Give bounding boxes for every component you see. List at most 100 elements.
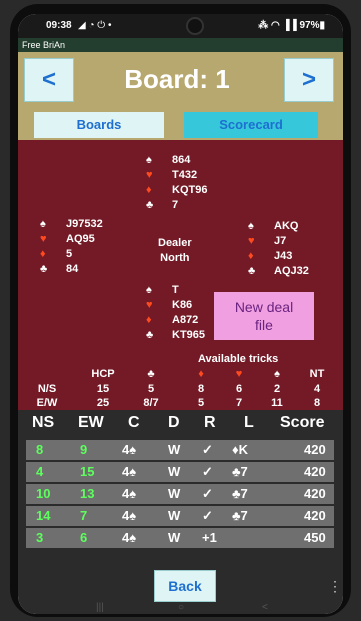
dealer-value: North <box>160 252 190 264</box>
south-hand: ♠ T ♥ K86 ♦ A872 ♣ KT965 <box>146 284 205 344</box>
table-row[interactable]: 4 15 4♠ W ✓ ♣7 420 <box>26 462 334 482</box>
ew-clubs: 8/7 <box>143 397 159 409</box>
col-header-result: R <box>204 414 216 431</box>
table-row[interactable]: 3 6 4♠ W +1 450 <box>26 528 334 548</box>
nt-header: NT <box>309 368 325 380</box>
camera-cutout <box>186 17 204 35</box>
spade-icon: ♠ <box>248 220 254 232</box>
screen: 09:38 ◢ ◔ ⏻ • ⁂ ◠ ▐▐ 97%▮ Free BriAn < B… <box>18 14 343 614</box>
board-header: < Board: 1 > <box>18 52 343 110</box>
west-clubs: 84 <box>66 263 79 275</box>
available-tricks-title: Available tricks <box>198 353 279 365</box>
west-diamonds: 5 <box>66 248 73 260</box>
board-title: Board: 1 <box>124 64 230 94</box>
east-spades: AKQ <box>274 220 299 232</box>
spade-icon: ♠ <box>40 218 46 230</box>
east-hand: ♠ AKQ ♥ J7 ♦ J43 ♣ AQJ32 <box>248 220 309 280</box>
diamond-icon: ♦ <box>248 250 254 262</box>
club-icon: ♣ <box>40 263 48 275</box>
next-board-button[interactable]: > <box>284 58 334 102</box>
row-contract: 4♠ <box>122 464 137 479</box>
ew-hcp: 25 <box>96 397 110 409</box>
south-diamonds: A872 <box>172 314 199 326</box>
ns-hcp: 15 <box>96 383 110 395</box>
spade-icon: ♠ <box>146 154 152 166</box>
home-icon[interactable]: ○ <box>178 602 184 613</box>
hcp-header: HCP <box>91 368 115 380</box>
south-clubs: KT965 <box>172 329 206 341</box>
more-options-icon[interactable]: ⋮ <box>328 578 342 595</box>
row-score: 450 <box>304 530 326 545</box>
recent-apps-icon[interactable]: ||| <box>96 602 104 613</box>
app-title: Free BriAn <box>18 38 343 52</box>
new-deal-file-button[interactable]: New deal file <box>214 292 314 340</box>
ew-hearts: 7 <box>235 397 243 409</box>
col-header-declarer: D <box>168 414 180 431</box>
ew-nt: 8 <box>313 397 321 409</box>
row-ns: 3 <box>36 530 44 545</box>
row-contract: 4♠ <box>122 442 137 457</box>
status-bar: 09:38 ◢ ◔ ⏻ • ⁂ ◠ ▐▐ 97%▮ <box>18 14 343 38</box>
row-ns: 10 <box>36 486 51 501</box>
ns-hearts: 6 <box>235 383 243 395</box>
row-ew: 9 <box>80 442 88 457</box>
diamond-icon: ♦ <box>40 248 46 260</box>
north-clubs: 7 <box>172 199 179 211</box>
tab-boards[interactable]: Boards <box>34 112 164 138</box>
ns-spades: 2 <box>273 383 281 395</box>
row-ew: 15 <box>80 464 95 479</box>
row-result: ✓ <box>202 464 213 479</box>
row-lead: ♣7 <box>232 508 248 523</box>
back-button[interactable]: Back <box>154 570 216 602</box>
west-hearts: AQ95 <box>66 233 95 245</box>
heart-icon: ♥ <box>235 368 243 380</box>
row-declarer: W <box>168 508 181 523</box>
table-row[interactable]: 10 13 4♠ W ✓ ♣7 420 <box>26 484 334 504</box>
south-spades: T <box>172 284 179 296</box>
col-header-contract: C <box>128 414 140 431</box>
south-hearts: K86 <box>172 299 193 311</box>
east-diamonds: J43 <box>274 250 293 262</box>
table-row[interactable]: 8 9 4♠ W ✓ ♦K 420 <box>26 440 334 460</box>
row-ns: 8 <box>36 442 44 457</box>
ew-spades: 11 <box>271 397 283 409</box>
col-header-lead: L <box>244 414 254 431</box>
new-deal-line2: file <box>255 317 273 333</box>
tab-bar: Boards Scorecard <box>18 110 343 140</box>
diamond-icon: ♦ <box>146 184 152 196</box>
row-declarer: W <box>168 442 181 457</box>
ns-clubs: 5 <box>147 383 155 395</box>
row-result: +1 <box>202 530 217 545</box>
system-navigation: ||| ○ < <box>18 602 343 614</box>
previous-board-button[interactable]: < <box>24 58 74 102</box>
heart-icon: ♥ <box>40 233 47 245</box>
ns-diamonds: 8 <box>197 383 205 395</box>
deal-diagram: ♠ 864 ♥ T432 ♦ KQT96 ♣ 7 ♠ J97532 ♥ AQ95 ♦ 5 ♣ 8… <box>18 140 343 410</box>
dealer-info: Dealer North <box>158 236 192 266</box>
row-ns: 4 <box>36 464 44 479</box>
row-lead: ♣7 <box>232 486 248 501</box>
system-back-icon[interactable]: < <box>262 602 268 613</box>
tab-scorecard[interactable]: Scorecard <box>184 112 318 138</box>
diamond-icon: ♦ <box>198 368 204 380</box>
row-score: 420 <box>304 442 326 457</box>
row-declarer: W <box>168 486 181 501</box>
table-row[interactable]: 14 7 4♠ W ✓ ♣7 420 <box>26 506 334 526</box>
row-declarer: W <box>168 464 181 479</box>
new-deal-line1: New deal <box>234 299 294 315</box>
row-result: ✓ <box>202 508 213 523</box>
spade-icon: ♠ <box>146 284 152 296</box>
row-ew: 13 <box>80 486 95 501</box>
row-lead: ♣7 <box>232 464 248 479</box>
row-contract: 4♠ <box>122 486 137 501</box>
row-result: ✓ <box>202 486 213 501</box>
col-header-ew: EW <box>78 414 104 431</box>
row-result: ✓ <box>202 442 213 457</box>
spade-icon: ♠ <box>274 368 280 380</box>
col-header-score: Score <box>280 414 325 431</box>
row-ew: 6 <box>80 530 88 545</box>
north-hearts: T432 <box>172 169 198 181</box>
status-notification-icons: ◢ ◔ ⏻ • <box>78 20 112 31</box>
west-spades: J97532 <box>66 218 103 230</box>
club-icon: ♣ <box>248 265 256 277</box>
